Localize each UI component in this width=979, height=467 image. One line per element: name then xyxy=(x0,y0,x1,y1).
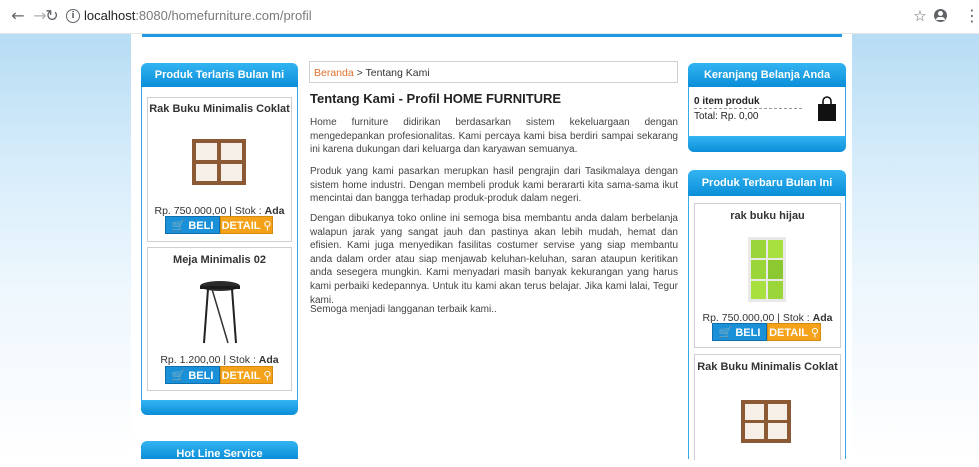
product-name[interactable]: rak buku hijau xyxy=(695,210,840,222)
product-price: Rp. 1.200,00 | Stok : Ada xyxy=(148,354,291,366)
bestseller-title: Produk Terlaris Bulan Ini xyxy=(154,69,285,81)
cart-footer xyxy=(688,136,846,152)
cart-box: 0 item produk Total: Rp. 0,00 xyxy=(688,87,846,137)
search-icon: ⚲ xyxy=(810,326,819,339)
buy-button[interactable]: 🛒 BELI xyxy=(165,366,220,384)
search-icon: ⚲ xyxy=(263,219,272,232)
breadcrumb-separator: > xyxy=(353,67,366,79)
detail-label: DETAIL xyxy=(221,370,261,382)
bookshelf-brown-image[interactable] xyxy=(191,138,247,188)
url-path: :8080/homefurniture.com/profil xyxy=(135,8,312,23)
address-bar[interactable]: localhost:8080/homefurniture.com/profil xyxy=(84,8,312,23)
table-black-image[interactable] xyxy=(198,280,242,345)
product-name[interactable]: Rak Buku Minimalis Coklat xyxy=(695,361,840,373)
page-title: Tentang Kami - Profil HOME FURNITURE xyxy=(310,91,562,106)
bestseller-footer xyxy=(141,400,298,415)
star-icon[interactable]: ☆ xyxy=(912,8,928,24)
cart-icon: 🛒 xyxy=(171,369,186,382)
cart-total-text: Total: Rp. 0,00 xyxy=(694,111,759,122)
info-icon[interactable]: i xyxy=(66,9,80,23)
url-host: localhost xyxy=(84,8,136,23)
breadcrumb: Beranda > Tentang Kami xyxy=(309,61,678,83)
cart-item-count[interactable]: 0 item produk xyxy=(694,96,802,109)
detail-label: DETAIL xyxy=(221,220,261,232)
buy-button[interactable]: 🛒 BELI xyxy=(712,323,767,341)
account-icon[interactable] xyxy=(934,9,947,22)
browser-toolbar: ← → ↻ i localhost:8080/homefurniture.com… xyxy=(0,0,979,34)
header-strip xyxy=(142,34,842,37)
detail-button[interactable]: DETAIL ⚲ xyxy=(220,216,273,234)
bestseller-header: Produk Terlaris Bulan Ini xyxy=(141,63,298,87)
detail-button[interactable]: DETAIL ⚲ xyxy=(767,323,821,341)
cart-icon: 🛒 xyxy=(718,326,733,339)
content-paragraph: Produk yang kami pasarkan merupkan hasil… xyxy=(310,166,678,205)
content-paragraph: Semoga menjadi langganan terbaik kami.. xyxy=(310,304,497,315)
buy-label: BELI xyxy=(188,370,214,382)
price-text: Rp. 1.200,00 | Stok : xyxy=(160,354,259,366)
bookshelf-brown-image[interactable] xyxy=(740,399,792,445)
newest-header: Produk Terbaru Bulan Ini xyxy=(688,170,846,196)
detail-label: DETAIL xyxy=(769,327,808,339)
buy-label: BELI xyxy=(188,220,214,232)
shopping-bag-icon[interactable] xyxy=(817,96,837,122)
product-card: Rak Buku Minimalis Coklat xyxy=(694,354,841,460)
stock-status: Ada xyxy=(258,354,279,366)
cart-header: Keranjang Belanja Anda xyxy=(688,63,846,87)
hotline-header: Hot Line Service xyxy=(141,441,298,460)
search-icon: ⚲ xyxy=(263,369,272,382)
detail-button[interactable]: DETAIL ⚲ xyxy=(220,366,273,384)
cart-icon: 🛒 xyxy=(171,219,186,232)
cart-total: Total: Rp. 0,00 xyxy=(694,111,758,122)
breadcrumb-current: Tentang Kami xyxy=(365,67,430,79)
hotline-title: Hot Line Service xyxy=(176,448,263,460)
menu-icon[interactable]: ⋮ xyxy=(964,8,979,24)
breadcrumb-home-link[interactable]: Beranda xyxy=(314,67,354,79)
product-name[interactable]: Meja Minimalis 02 xyxy=(148,254,291,266)
newest-title: Produk Terbaru Bulan Ini xyxy=(701,177,833,189)
cart-title: Keranjang Belanja Anda xyxy=(703,69,831,81)
back-icon[interactable]: ← xyxy=(10,8,26,24)
buy-label: BELI xyxy=(735,327,761,339)
content-paragraph: Dengan dibukanya toko online ini semoga … xyxy=(310,213,678,306)
reload-icon[interactable]: ↻ xyxy=(44,8,60,24)
buy-button[interactable]: 🛒 BELI xyxy=(165,216,220,234)
product-name[interactable]: Rak Buku Minimalis Coklat xyxy=(148,103,291,115)
bookshelf-green-image[interactable] xyxy=(747,236,787,303)
content-paragraph: Home furniture didirikan berdasarkan sis… xyxy=(310,117,678,156)
